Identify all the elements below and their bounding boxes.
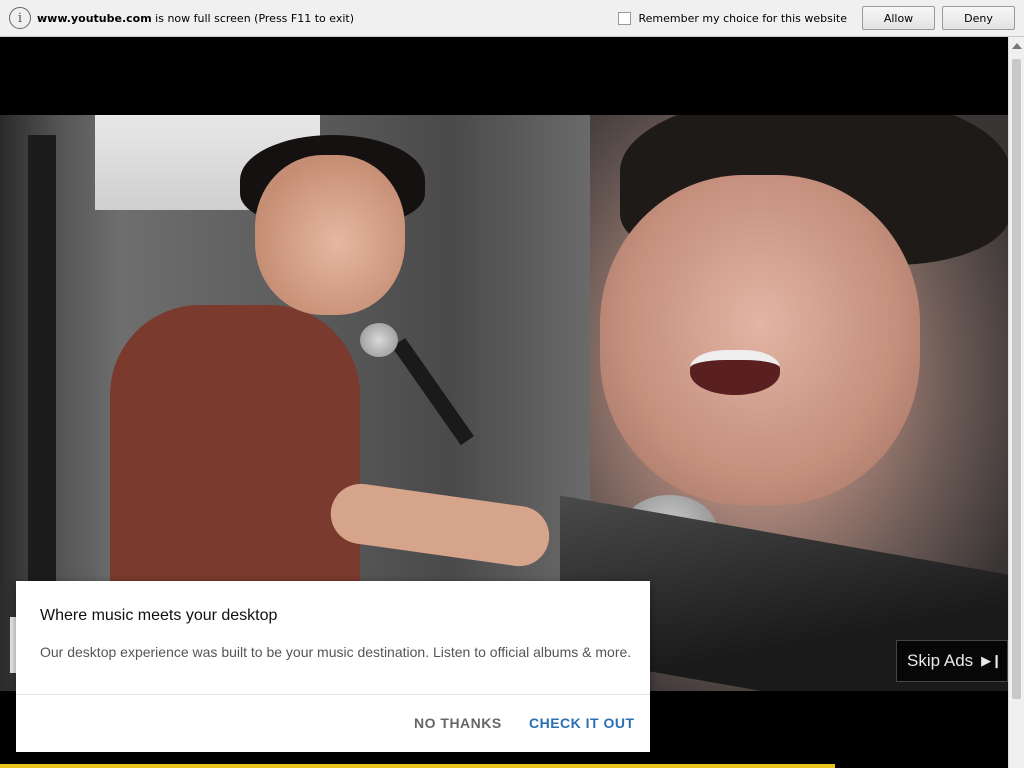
dialog-divider [16,694,650,695]
video-closeup-mouth [690,350,780,395]
dialog-body: Our desktop experience was built to be y… [40,644,632,660]
remember-checkbox[interactable] [618,11,632,25]
notification-text: is now full screen (Press F11 to exit) [155,11,355,25]
notification-domain: www.youtube.com [37,11,152,25]
vertical-scrollbar[interactable] [1008,37,1024,768]
no-thanks-button[interactable]: NO THANKS [414,715,502,731]
skip-next-icon: ▶❙ [981,653,1003,668]
deny-button[interactable]: Deny [942,6,1015,30]
video-door-background [28,135,56,595]
fullscreen-notification-bar: i www.youtube.com is now full screen (Pr… [0,0,1024,37]
video-microphone [360,323,398,357]
remember-label: Remember my choice for this website [638,11,847,25]
info-icon: i [9,7,31,29]
skip-ads-label: Skip Ads [907,651,974,670]
notification-actions: Remember my choice for this website Allo… [618,6,1024,30]
allow-button[interactable]: Allow [862,6,935,30]
check-it-out-button[interactable]: CHECK IT OUT [529,715,635,731]
video-closeup-face [600,175,920,505]
notification-message: www.youtube.com is now full screen (Pres… [37,12,354,25]
video-singer-head [255,155,405,315]
scroll-up-arrow-icon[interactable] [1012,43,1022,49]
scrollbar-thumb[interactable] [1012,59,1021,699]
dialog-title: Where music meets your desktop [40,607,278,624]
promo-dialog: Where music meets your desktop Our deskt… [16,581,650,752]
skip-ads-button[interactable]: Skip Ads ▶❙ [896,640,1008,682]
progress-bar[interactable] [0,764,835,768]
